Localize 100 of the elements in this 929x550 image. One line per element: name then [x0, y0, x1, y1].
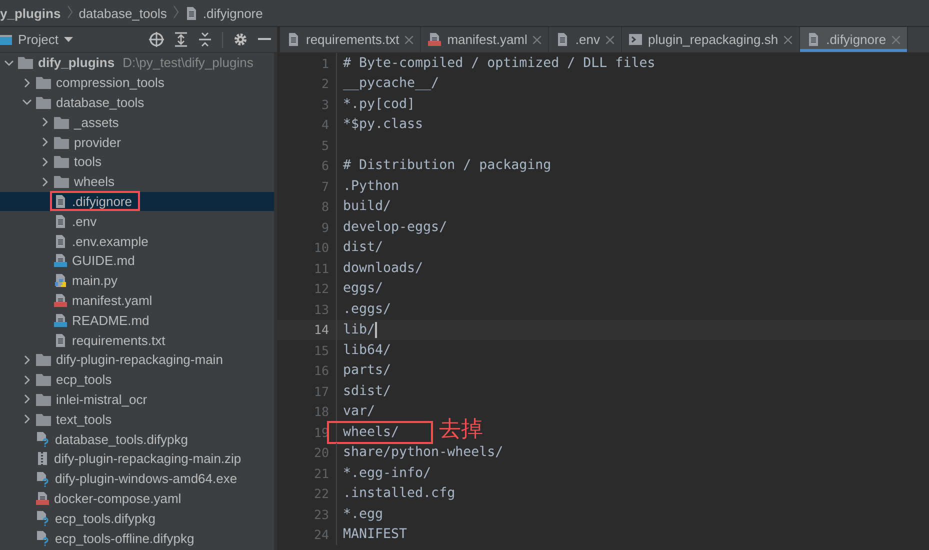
tree-item-label: ecp_tools-offline.difypkg	[55, 530, 194, 546]
settings-icon[interactable]	[233, 32, 248, 47]
python-file-icon	[54, 273, 67, 288]
minimize-icon[interactable]	[258, 38, 271, 41]
code-line: dist/	[343, 240, 384, 256]
project-path: D:\py_test\dify_plugins	[122, 55, 254, 70]
chevron-right-icon[interactable]	[42, 117, 48, 128]
chevron-down-icon[interactable]	[22, 99, 32, 106]
close-icon[interactable]	[405, 36, 414, 44]
code-line: MANIFEST	[343, 527, 408, 542]
editor-tab[interactable]: .env	[549, 27, 622, 52]
unknown-file-icon	[36, 431, 50, 448]
line-number: 2	[320, 76, 329, 92]
tree-row[interactable]: .difyignore	[0, 192, 274, 212]
tree-row[interactable]: dify-plugin-windows-amd64.exe	[0, 468, 274, 489]
file-icon	[807, 32, 820, 47]
line-number: 16	[312, 363, 329, 378]
close-icon[interactable]	[606, 36, 614, 44]
chevron-right-icon[interactable]	[24, 394, 30, 404]
tree-row[interactable]: compression_tools	[0, 72, 274, 93]
unknown-file-icon	[36, 530, 50, 546]
line-number: 14	[312, 322, 329, 338]
markdown-file-icon	[54, 253, 67, 268]
chevron-right-icon[interactable]	[24, 414, 30, 424]
caret-icon	[64, 36, 74, 42]
yaml-file-icon	[36, 490, 49, 506]
code-line: *.py[cod]	[343, 96, 416, 112]
tree-item-label: _assets	[74, 114, 119, 130]
folder-icon	[36, 392, 51, 406]
line-number: 15	[312, 342, 329, 358]
close-icon[interactable]	[784, 36, 792, 44]
code-line: eggs/	[343, 281, 384, 296]
highlighted-code-line: wheels/	[329, 422, 432, 442]
line-number: 3	[320, 96, 329, 112]
tree-item-label: database_tools.difypkg	[55, 432, 188, 447]
yaml-file-icon	[428, 32, 442, 47]
tree-item-label: ecp_tools.difypkg	[55, 510, 156, 526]
code-line: *.egg-info/	[343, 466, 432, 481]
editor-tab[interactable]: manifest.yaml	[421, 27, 550, 52]
tree-row[interactable]: provider	[0, 132, 274, 152]
tree-item-label: GUIDE.md	[72, 253, 135, 268]
close-icon[interactable]	[533, 36, 542, 44]
line-number: 17	[312, 384, 329, 399]
collapse-all-icon[interactable]	[198, 32, 212, 47]
editor-tab[interactable]: .difyignore	[800, 27, 908, 52]
tree-row[interactable]: database_tools.difypkg	[0, 429, 274, 449]
editor-tab[interactable]: requirements.txt	[280, 27, 422, 52]
tree-row[interactable]: dify_plugins D:\py_test\dify_plugins	[0, 53, 274, 73]
expand-all-icon[interactable]	[174, 32, 188, 47]
folder-icon	[54, 175, 69, 188]
file-icon	[54, 234, 67, 249]
tree-row[interactable]: ecp_tools	[0, 370, 274, 390]
code-line: *$py.class	[343, 117, 424, 132]
chevron-right-icon[interactable]	[42, 137, 48, 148]
chevron-right-icon[interactable]	[42, 176, 48, 187]
line-number: 8	[320, 199, 329, 214]
chevron-right-icon[interactable]	[24, 354, 30, 365]
breadcrumb-item[interactable]: database_tools	[78, 6, 167, 20]
breadcrumb-item[interactable]: .difyignore	[202, 6, 263, 20]
line-number: 13	[312, 302, 329, 317]
tree-row[interactable]: tools	[0, 152, 274, 172]
tree-row[interactable]: main.py	[0, 270, 274, 291]
line-number: 22	[312, 486, 329, 502]
code-line: # Byte-compiled / optimized / DLL files	[343, 56, 656, 71]
tree-row[interactable]: GUIDE.md	[0, 250, 274, 271]
tree-row[interactable]: .env.example	[0, 231, 274, 251]
tree-row[interactable]: text_tools	[0, 409, 274, 430]
tree-item-label: dify-plugin-repackaging-main	[56, 352, 223, 368]
tree-row[interactable]: manifest.yaml	[0, 290, 274, 310]
tree-row[interactable]: ecp_tools-offline.difypkg	[0, 528, 274, 548]
tree-row[interactable]: dify-plugin-repackaging-main.zip	[0, 448, 274, 469]
chevron-icon	[66, 4, 73, 18]
crosshair-icon[interactable]	[149, 32, 164, 47]
tree-row[interactable]: database_tools	[0, 92, 274, 112]
folder-icon	[54, 116, 69, 129]
file-icon	[184, 6, 198, 20]
tree-row[interactable]: requirements.txt	[0, 330, 274, 350]
tree-row[interactable]: wheels	[0, 172, 274, 192]
tree-item-label: docker-compose.yaml	[54, 490, 182, 506]
breadcrumb-item[interactable]: y_plugins	[0, 6, 61, 20]
tree-row[interactable]: README.md	[0, 310, 274, 330]
tree-row[interactable]: docker-compose.yaml	[0, 488, 274, 508]
yaml-file-icon	[54, 292, 67, 308]
tree-row[interactable]: inlei-mistral_ocr	[0, 390, 274, 410]
chevron-right-icon[interactable]	[24, 374, 30, 385]
chevron-down-icon[interactable]	[4, 60, 14, 66]
annotation-note: 去掉	[439, 420, 484, 440]
tree-item-label: dify_plugins	[38, 55, 115, 70]
tree-row[interactable]: _assets	[0, 112, 274, 132]
chevron-right-icon[interactable]	[42, 156, 48, 167]
tree-row[interactable]: ecp_tools.difypkg	[0, 508, 274, 528]
code-line: lib/	[343, 322, 377, 338]
chevron-right-icon[interactable]	[24, 78, 30, 88]
tree-item-label: tools	[74, 154, 102, 170]
tree-row[interactable]: dify-plugin-repackaging-main	[0, 350, 274, 370]
file-icon	[556, 32, 570, 47]
unknown-file-icon	[36, 470, 50, 487]
code-line: __pycache__/	[343, 76, 440, 92]
line-number: 21	[312, 466, 329, 481]
tree-row[interactable]: .env	[0, 211, 274, 232]
